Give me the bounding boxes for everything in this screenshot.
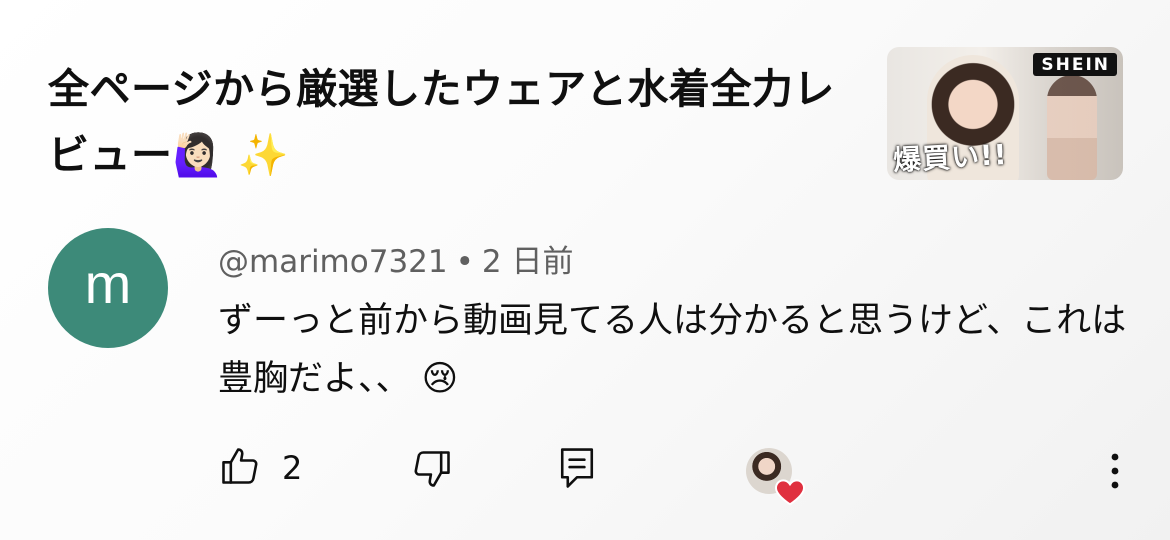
more-options-button[interactable] [1100, 448, 1130, 494]
like-button[interactable] [218, 444, 262, 488]
comment-header: @marimo7321 • 2 日前 [218, 236, 573, 281]
thumbnail-overlay-text: 爆買い!! [892, 138, 1009, 177]
thumbs-up-icon [222, 448, 258, 484]
thumbnail-brand-label: SHEIN [1033, 53, 1117, 76]
reply-icon [560, 448, 594, 488]
thumbnail-person-mirror [1047, 75, 1097, 180]
video-title-emojis: 🙋🏻‍♀️ ✨ [172, 131, 290, 179]
video-title-text: 全ページから厳選したウェアと水着全力レビュー [48, 65, 835, 179]
meta-separator: • [455, 244, 474, 280]
heart-icon [775, 479, 805, 506]
video-thumbnail[interactable]: SHEIN 爆買い!! [887, 47, 1123, 180]
comment-text: ずーっと前から動画見てる人は分かると思うけど、これは豊胸だよ、、 😢 [218, 301, 1127, 399]
reply-button[interactable] [558, 444, 596, 492]
creator-heart-badge [744, 446, 808, 510]
dislike-button[interactable] [410, 444, 454, 494]
commenter-avatar[interactable]: m [48, 228, 168, 348]
more-vertical-icon [1111, 453, 1119, 489]
comment-time: 2 日前 [481, 244, 574, 280]
comment-author[interactable]: @marimo7321 [218, 244, 448, 280]
thumbs-down-icon [414, 451, 450, 487]
like-count: 2 [282, 449, 303, 487]
video-title[interactable]: 全ページから厳選したウェアと水着全力レビュー🙋🏻‍♀️ ✨ [48, 56, 858, 188]
